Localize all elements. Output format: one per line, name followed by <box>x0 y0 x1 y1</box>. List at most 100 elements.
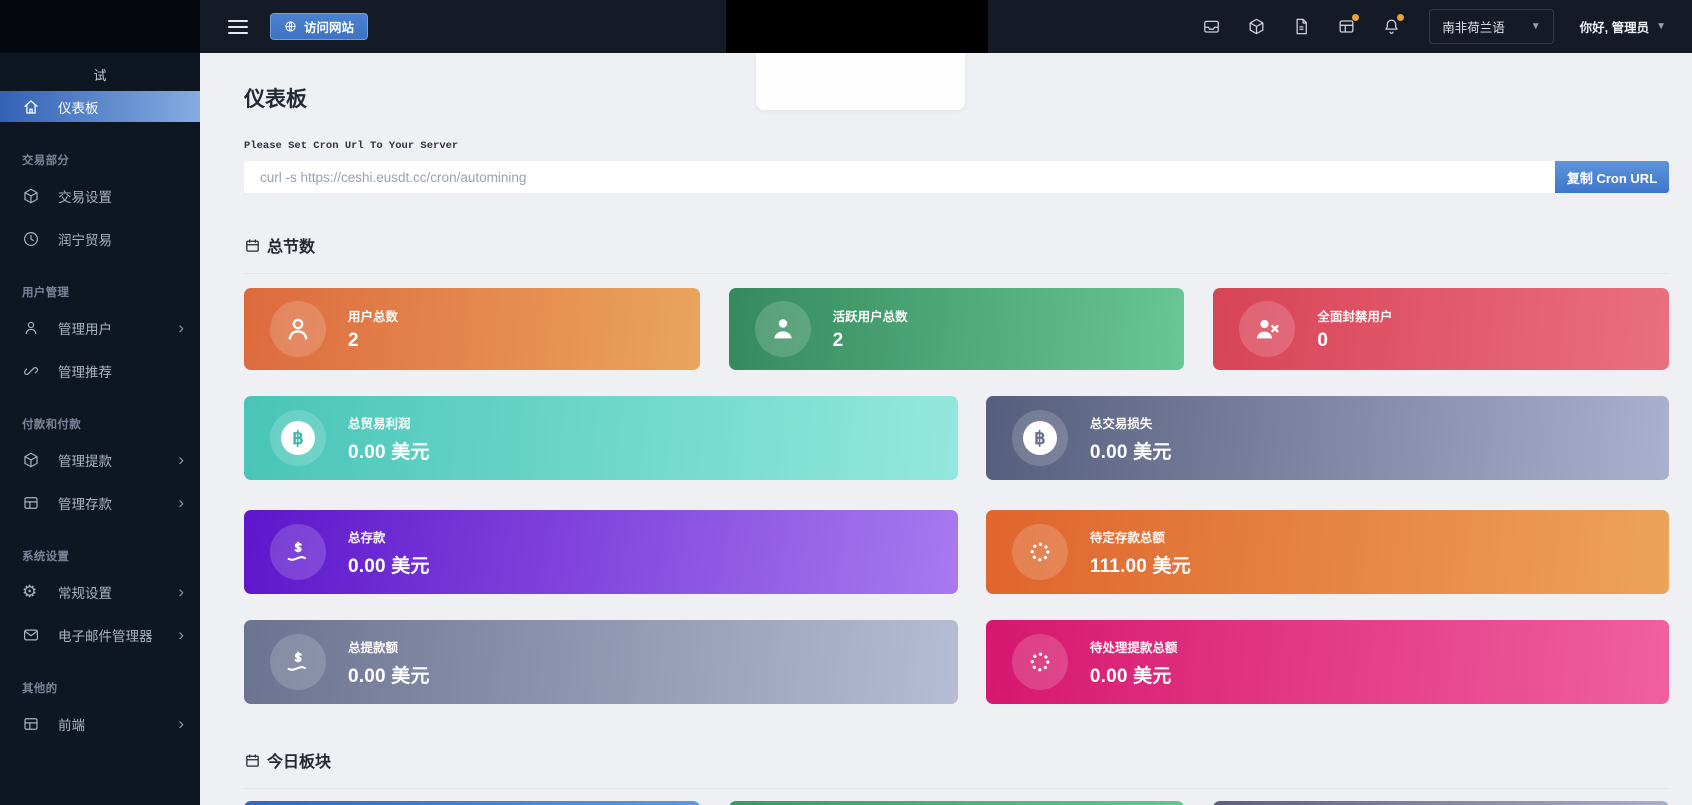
caret-down-icon: ▼ <box>1656 21 1666 32</box>
bell-icon[interactable] <box>1382 17 1401 36</box>
stat-value: 111.00 美元 <box>1090 551 1191 578</box>
link-icon <box>22 362 40 380</box>
sidebar-item-label: 润宁贸易 <box>58 229 112 249</box>
divider <box>244 788 1669 789</box>
sidebar: 试 仪表板 交易部分 交易设置 润宁贸易 用户管理 管理用户 › <box>0 0 200 805</box>
sidebar-section-other: 其他的 <box>0 680 200 696</box>
sidebar-item-trade-settings[interactable]: 交易设置 <box>0 180 200 211</box>
calendar-icon <box>244 237 261 254</box>
stat-value: 0.00 美元 <box>1090 661 1178 688</box>
calendar-icon <box>244 752 261 769</box>
sidebar-item-manage-deposits[interactable]: 管理存款 › <box>0 487 200 518</box>
sidebar-section-trading: 交易部分 <box>0 152 200 168</box>
sidebar-item-manage-users[interactable]: 管理用户 › <box>0 312 200 343</box>
sidebar-section-payments: 付款和付款 <box>0 416 200 432</box>
chevron-right-icon: › <box>178 583 184 600</box>
user-x-icon <box>1239 301 1295 357</box>
section-title-totals: 总节数 <box>244 233 1669 257</box>
sidebar-item-email-manager[interactable]: 电子邮件管理器 › <box>0 619 200 650</box>
stat-label: 待处理提款总额 <box>1090 637 1178 656</box>
stat-card-pending-deposits: 待定存款总额 111.00 美元 <box>986 510 1669 594</box>
stat-value: 2 <box>348 330 398 352</box>
brand-text: 试 <box>0 65 200 84</box>
sidebar-item-general-settings[interactable]: ⚙ 常规设置 › <box>0 576 200 607</box>
stat-card-total-deposits: 总存款 0.00 美元 <box>244 510 958 594</box>
stat-value: 0.00 美元 <box>348 661 430 688</box>
sidebar-item-frontend[interactable]: 前端 › <box>0 708 200 739</box>
sidebar-item-label: 管理推荐 <box>58 361 112 381</box>
cron-url-input[interactable] <box>244 161 1555 193</box>
user-greeting: 你好, 管理员 <box>1580 17 1649 36</box>
cron-row: 复制 Cron URL <box>244 161 1669 193</box>
sidebar-item-manage-referrals[interactable]: 管理推荐 <box>0 355 200 386</box>
user-menu[interactable]: 你好, 管理员 ▼ <box>1580 17 1666 36</box>
language-label: 南非荷兰语 <box>1442 17 1505 36</box>
sidebar-item-trading[interactable]: 润宁贸易 <box>0 223 200 254</box>
file-icon[interactable] <box>1292 17 1311 36</box>
stat-card-pending-withdrawals: 待处理提款总额 0.00 美元 <box>986 620 1669 704</box>
sidebar-item-dashboard[interactable]: 仪表板 <box>0 91 200 122</box>
stat-value: 0.00 美元 <box>348 437 430 464</box>
topbar-right: 南非荷兰语 ▼ 你好, 管理员 ▼ <box>1176 9 1692 44</box>
stats-row-2: ฿ 总贸易利润 0.00 美元 ฿ 总交易损失 0.00 美元 <box>244 396 1669 480</box>
user-icon <box>22 319 40 337</box>
stat-card-trade-profit: ฿ 总贸易利润 0.00 美元 <box>244 396 958 480</box>
stat-card-active-users: 活跃用户总数 2 <box>729 288 1185 370</box>
mail-icon <box>22 626 40 644</box>
stats-row-3: 总存款 0.00 美元 待定存款总额 111.00 美元 <box>244 510 1669 594</box>
menu-toggle-icon[interactable] <box>228 16 248 38</box>
sidebar-item-label: 电子邮件管理器 <box>58 625 153 645</box>
sidebar-logo-area <box>0 0 200 53</box>
notification-badge <box>1397 14 1404 21</box>
stat-card-total-users: 用户总数 2 <box>244 288 700 370</box>
sidebar-item-label: 仪表板 <box>58 97 99 117</box>
chevron-right-icon: › <box>178 451 184 468</box>
sidebar-item-label: 管理用户 <box>58 318 112 338</box>
today-card-1 <box>244 801 700 805</box>
language-selector[interactable]: 南非荷兰语 ▼ <box>1429 9 1553 44</box>
package-icon <box>22 187 40 205</box>
chevron-right-icon: › <box>178 626 184 643</box>
stat-label: 活跃用户总数 <box>833 306 908 325</box>
stat-value: 2 <box>833 330 908 352</box>
table-icon <box>22 494 40 512</box>
bitcoin-icon: ฿ <box>270 410 326 466</box>
stat-label: 总贸易利润 <box>348 413 430 432</box>
hand-dollar-icon <box>270 524 326 580</box>
main-content: 仪表板 Please Set Cron Url To Your Server 复… <box>200 53 1692 805</box>
package-icon <box>22 451 40 469</box>
chevron-right-icon: › <box>178 715 184 732</box>
today-card-3 <box>1213 801 1669 805</box>
spinner-icon <box>1012 634 1068 690</box>
user-outline-icon <box>270 301 326 357</box>
sidebar-item-label: 管理提款 <box>58 450 112 470</box>
gear-icon: ⚙ <box>22 583 40 601</box>
sidebar-item-label: 交易设置 <box>58 186 112 206</box>
user-filled-icon <box>755 301 811 357</box>
stat-label: 总存款 <box>348 527 430 546</box>
caret-down-icon: ▼ <box>1531 21 1541 32</box>
table-icon[interactable] <box>1337 17 1356 36</box>
section-title-today: 今日板块 <box>244 748 1669 772</box>
sidebar-item-manage-withdrawals[interactable]: 管理提款 › <box>0 444 200 475</box>
visit-site-button[interactable]: 访问网站 <box>270 13 368 40</box>
table-icon <box>22 715 40 733</box>
stat-label: 总提款额 <box>348 637 430 656</box>
copy-cron-url-button[interactable]: 复制 Cron URL <box>1555 161 1669 193</box>
visit-site-label: 访问网站 <box>304 17 354 36</box>
stat-value: 0.00 美元 <box>1090 437 1172 464</box>
stats-row-4: 总提款额 0.00 美元 待处理提款总额 0.00 美元 <box>244 620 1669 704</box>
stat-value: 0 <box>1317 330 1392 352</box>
chevron-right-icon: › <box>178 319 184 336</box>
sidebar-item-label: 管理存款 <box>58 493 112 513</box>
stat-label: 待定存款总额 <box>1090 527 1191 546</box>
clock-icon <box>22 230 40 248</box>
redaction-light-box <box>756 53 965 110</box>
stat-card-total-withdrawals: 总提款额 0.00 美元 <box>244 620 958 704</box>
home-icon <box>22 98 40 116</box>
divider <box>244 273 1669 274</box>
stat-label: 全面封禁用户 <box>1317 306 1392 325</box>
package-icon[interactable] <box>1247 17 1266 36</box>
inbox-icon[interactable] <box>1202 17 1221 36</box>
stat-label: 用户总数 <box>348 306 398 325</box>
